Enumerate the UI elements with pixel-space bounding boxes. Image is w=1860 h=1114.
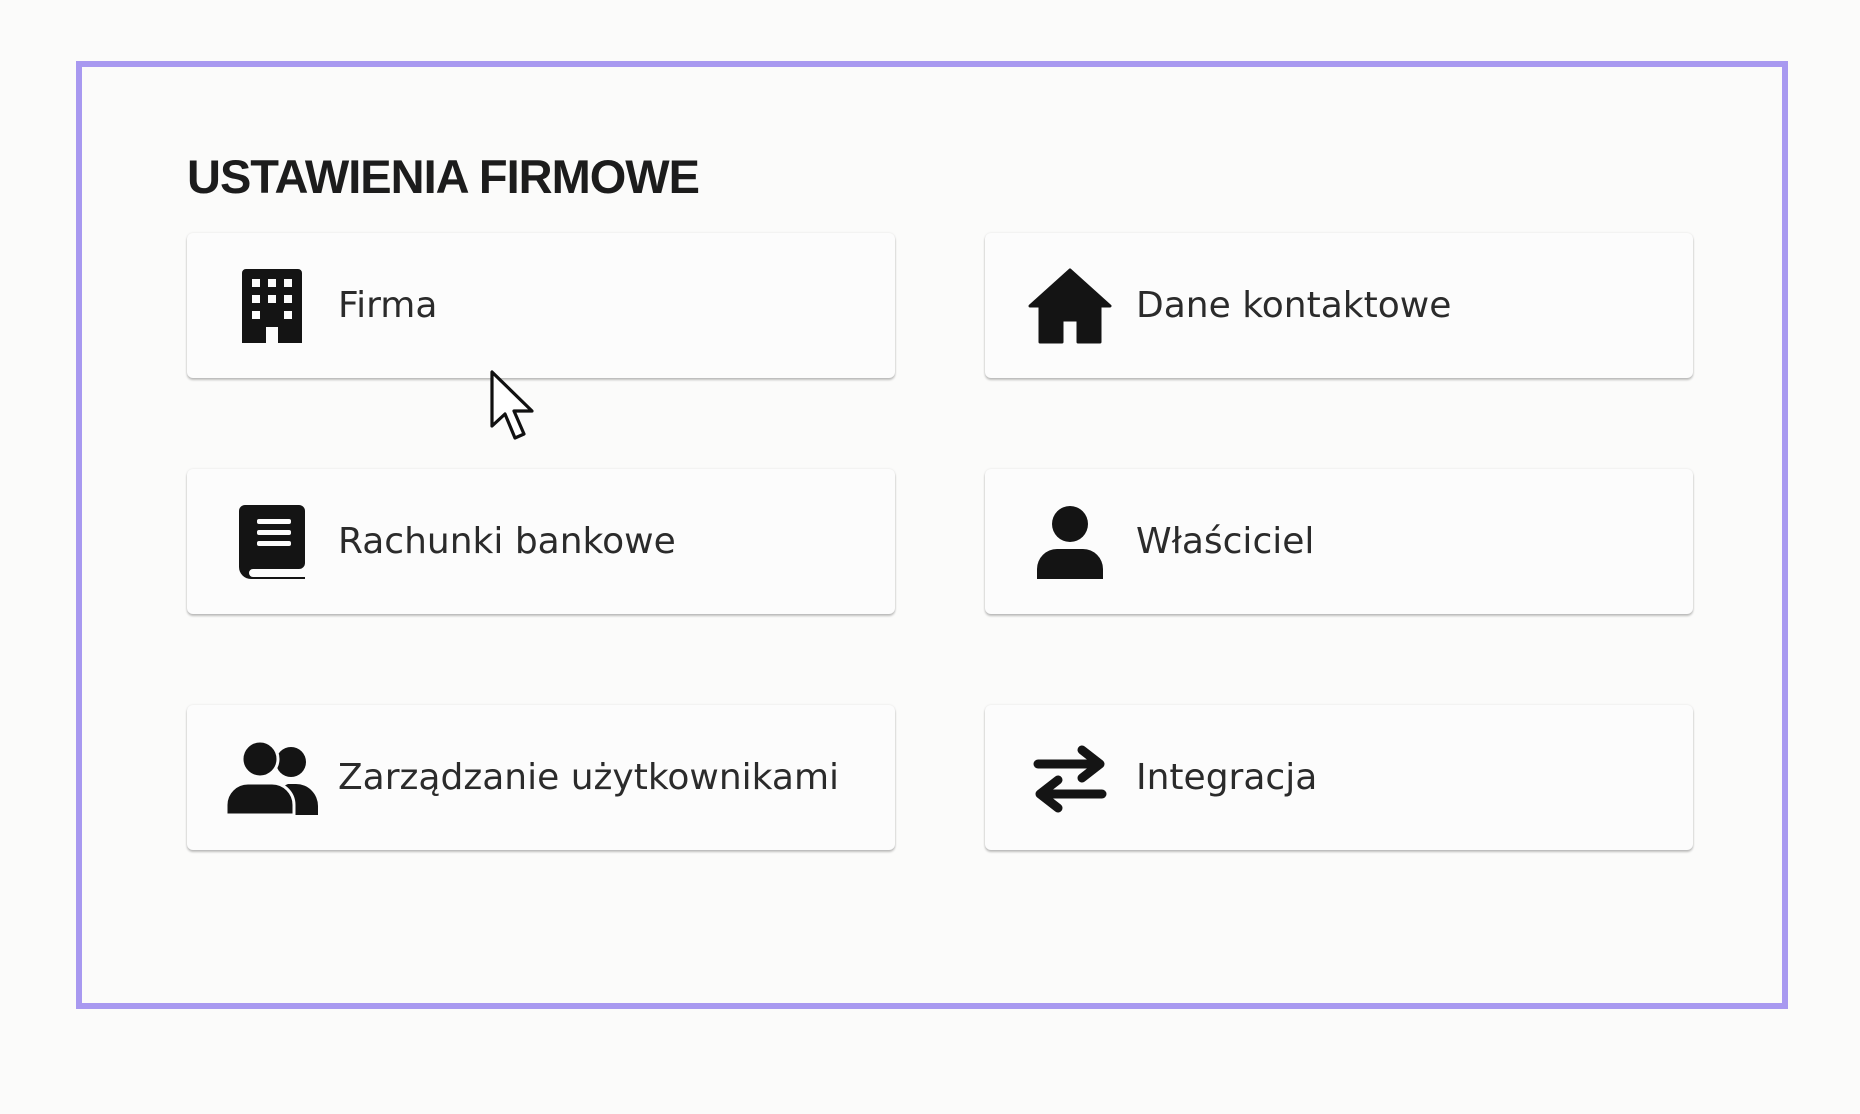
settings-card-rachunki-bankowe[interactable]: Rachunki bankowe xyxy=(187,469,895,614)
settings-card-zarzadzanie-uzytkownikami[interactable]: Zarządzanie użytkownikami xyxy=(187,705,895,850)
book-icon xyxy=(222,492,322,592)
settings-card-firma[interactable]: Firma xyxy=(187,233,895,378)
settings-card-label: Właściciel xyxy=(1136,521,1315,562)
settings-card-wlasciciel[interactable]: Właściciel xyxy=(985,469,1693,614)
users-icon xyxy=(222,728,322,828)
settings-card-integracja[interactable]: Integracja xyxy=(985,705,1693,850)
settings-card-label: Rachunki bankowe xyxy=(338,521,676,562)
swap-arrows-icon xyxy=(1020,728,1120,828)
page-title: USTAWIENIA FIRMOWE xyxy=(187,150,700,203)
settings-card-label: Integracja xyxy=(1136,757,1318,798)
settings-card-label: Dane kontaktowe xyxy=(1136,285,1452,326)
home-icon xyxy=(1020,256,1120,356)
settings-card-dane-kontaktowe[interactable]: Dane kontaktowe xyxy=(985,233,1693,378)
settings-card-label: Zarządzanie użytkownikami xyxy=(338,757,840,798)
settings-card-label: Firma xyxy=(338,285,438,326)
building-icon xyxy=(222,256,322,356)
mouse-pointer-icon xyxy=(490,370,534,440)
settings-panel: USTAWIENIA FIRMOWE Firma Dane kontaktowe… xyxy=(76,61,1788,1009)
person-icon xyxy=(1020,492,1120,592)
